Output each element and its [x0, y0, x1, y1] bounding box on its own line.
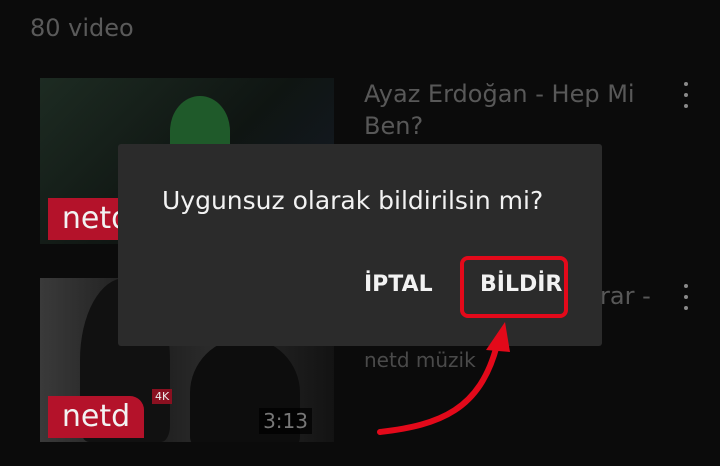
annotation-arrow	[377, 322, 510, 435]
